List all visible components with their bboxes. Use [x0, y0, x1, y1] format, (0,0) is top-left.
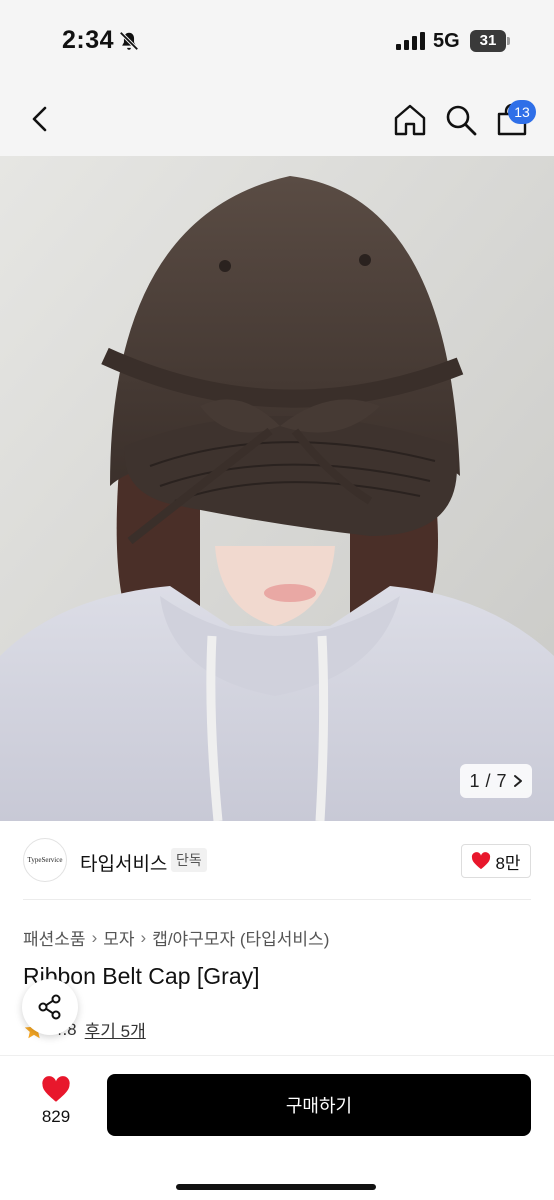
image-counter-current: 1 — [469, 770, 480, 791]
seller-logo[interactable]: TypeService — [23, 838, 67, 882]
status-bar: 2:34 5G 31 — [0, 0, 554, 84]
image-counter-separator: / — [485, 770, 491, 791]
seller-row[interactable]: TypeService 타입서비스 단독 8만 — [0, 822, 554, 900]
exclusive-badge: 단독 — [171, 848, 207, 872]
breadcrumb-item[interactable]: 모자 — [103, 925, 134, 950]
nav-bar: 13 — [0, 84, 554, 156]
review-link[interactable]: 후기 5개 — [85, 1017, 146, 1042]
product-photo-illustration — [0, 156, 554, 821]
seller-name[interactable]: 타입서비스 — [80, 849, 167, 876]
battery-icon: 31 — [470, 30, 510, 52]
home-indicator — [176, 1184, 376, 1190]
breadcrumb: 패션소품 › 모자 › 캡/야구모자 (타입서비스) — [23, 925, 329, 950]
breadcrumb-item[interactable]: 패션소품 — [23, 925, 86, 950]
battery-level: 31 — [470, 30, 506, 52]
breadcrumb-separator: › — [91, 927, 98, 947]
wishlist-count: 829 — [41, 1107, 71, 1126]
product-image[interactable] — [0, 156, 554, 821]
heart-icon — [42, 1076, 70, 1102]
buy-button-label: 구매하기 — [285, 1096, 353, 1116]
brand-like-button[interactable]: 8만 — [461, 844, 531, 878]
status-time: 2:34 — [62, 26, 115, 54]
share-icon — [38, 994, 61, 1020]
seller-logo-text: TypeService — [27, 856, 63, 864]
cart-count-badge: 13 — [508, 100, 536, 124]
cellular-signal-icon — [396, 32, 425, 50]
share-button[interactable] — [22, 979, 78, 1035]
divider — [23, 899, 531, 900]
chevron-right-icon — [513, 775, 522, 787]
bottom-action-bar: 829 구매하기 — [0, 1055, 554, 1200]
image-counter-total: 7 — [496, 770, 507, 791]
network-type: 5G — [433, 30, 460, 52]
image-counter[interactable]: 1 / 7 — [460, 764, 532, 798]
search-icon[interactable] — [443, 102, 479, 138]
wishlist-button[interactable]: 829 — [28, 1076, 84, 1138]
buy-button[interactable]: 구매하기 — [107, 1074, 531, 1136]
breadcrumb-item[interactable]: 캡/야구모자 (타입서비스) — [152, 925, 329, 950]
bell-muted-icon — [119, 31, 139, 51]
battery-tip — [507, 37, 510, 45]
brand-like-count: 8만 — [495, 853, 521, 873]
heart-icon — [472, 852, 491, 870]
home-icon[interactable] — [392, 102, 428, 138]
breadcrumb-separator: › — [140, 927, 147, 947]
back-icon[interactable] — [24, 102, 58, 136]
